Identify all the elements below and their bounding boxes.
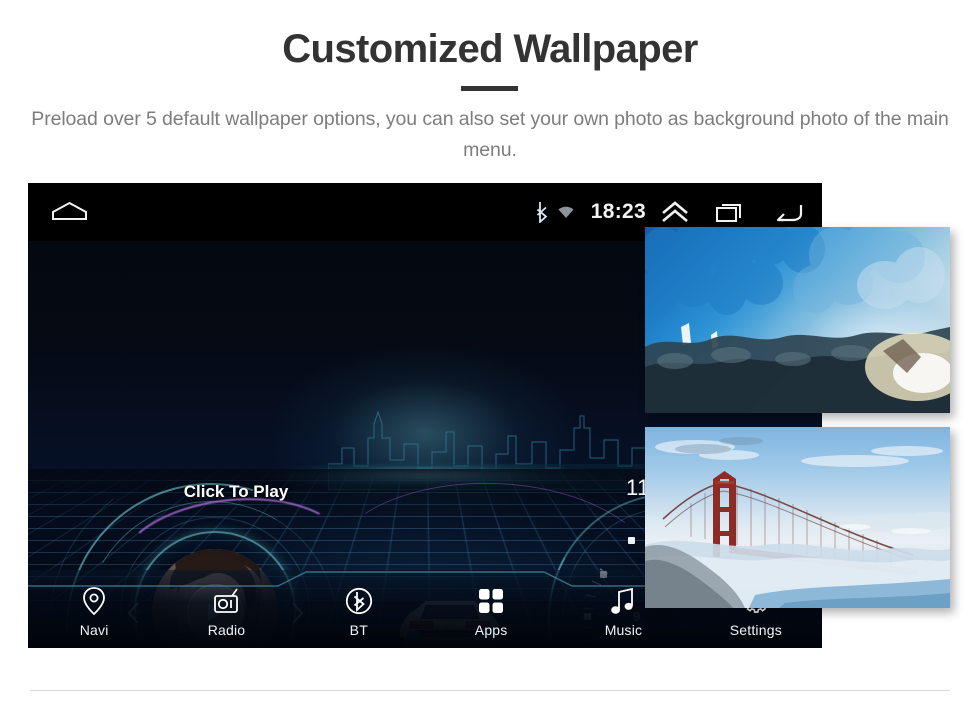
bluetooth-circle-icon [344,586,374,616]
status-bar-clock: 18:23 [590,200,646,223]
dock-label-bt: BT [349,622,368,638]
dock-item-radio[interactable]: Radio [160,580,292,648]
music-note-icon [609,586,637,616]
ice-cave-wallpaper[interactable] [645,227,950,413]
recents-icon[interactable] [714,199,746,225]
chevron-double-up-icon[interactable] [658,199,692,225]
dock-label-settings: Settings [729,622,782,638]
wifi-icon [555,202,577,222]
footer-divider [30,690,950,691]
back-arrow-icon[interactable] [772,200,804,224]
map-pin-icon [81,586,107,616]
ice-cave-detail [645,227,950,413]
radio-icon [211,586,241,616]
page-title: Customized Wallpaper [282,27,698,71]
wallpaper-feature-page: Customized Wallpaper Preload over 5 defa… [0,0,980,703]
dock-label-navi: Navi [79,622,109,638]
bluetooth-icon [531,200,553,224]
click-to-play-label: Click To Play [183,482,289,501]
golden-gate-detail [645,437,950,608]
dock-label-music: Music [604,622,643,638]
title-underline-rule [461,86,518,91]
home-icon[interactable] [51,201,88,221]
dock-label-apps: Apps [474,622,508,638]
golden-gate-wallpaper[interactable] [645,427,950,608]
dock-item-bt[interactable]: BT [293,580,425,648]
page-subtitle: Preload over 5 default wallpaper options… [31,108,949,161]
dock-item-apps[interactable]: Apps [425,580,557,648]
dock-item-navi[interactable]: Navi [28,580,160,648]
dock-label-radio: Radio [207,622,246,638]
apps-grid-icon [477,586,505,616]
